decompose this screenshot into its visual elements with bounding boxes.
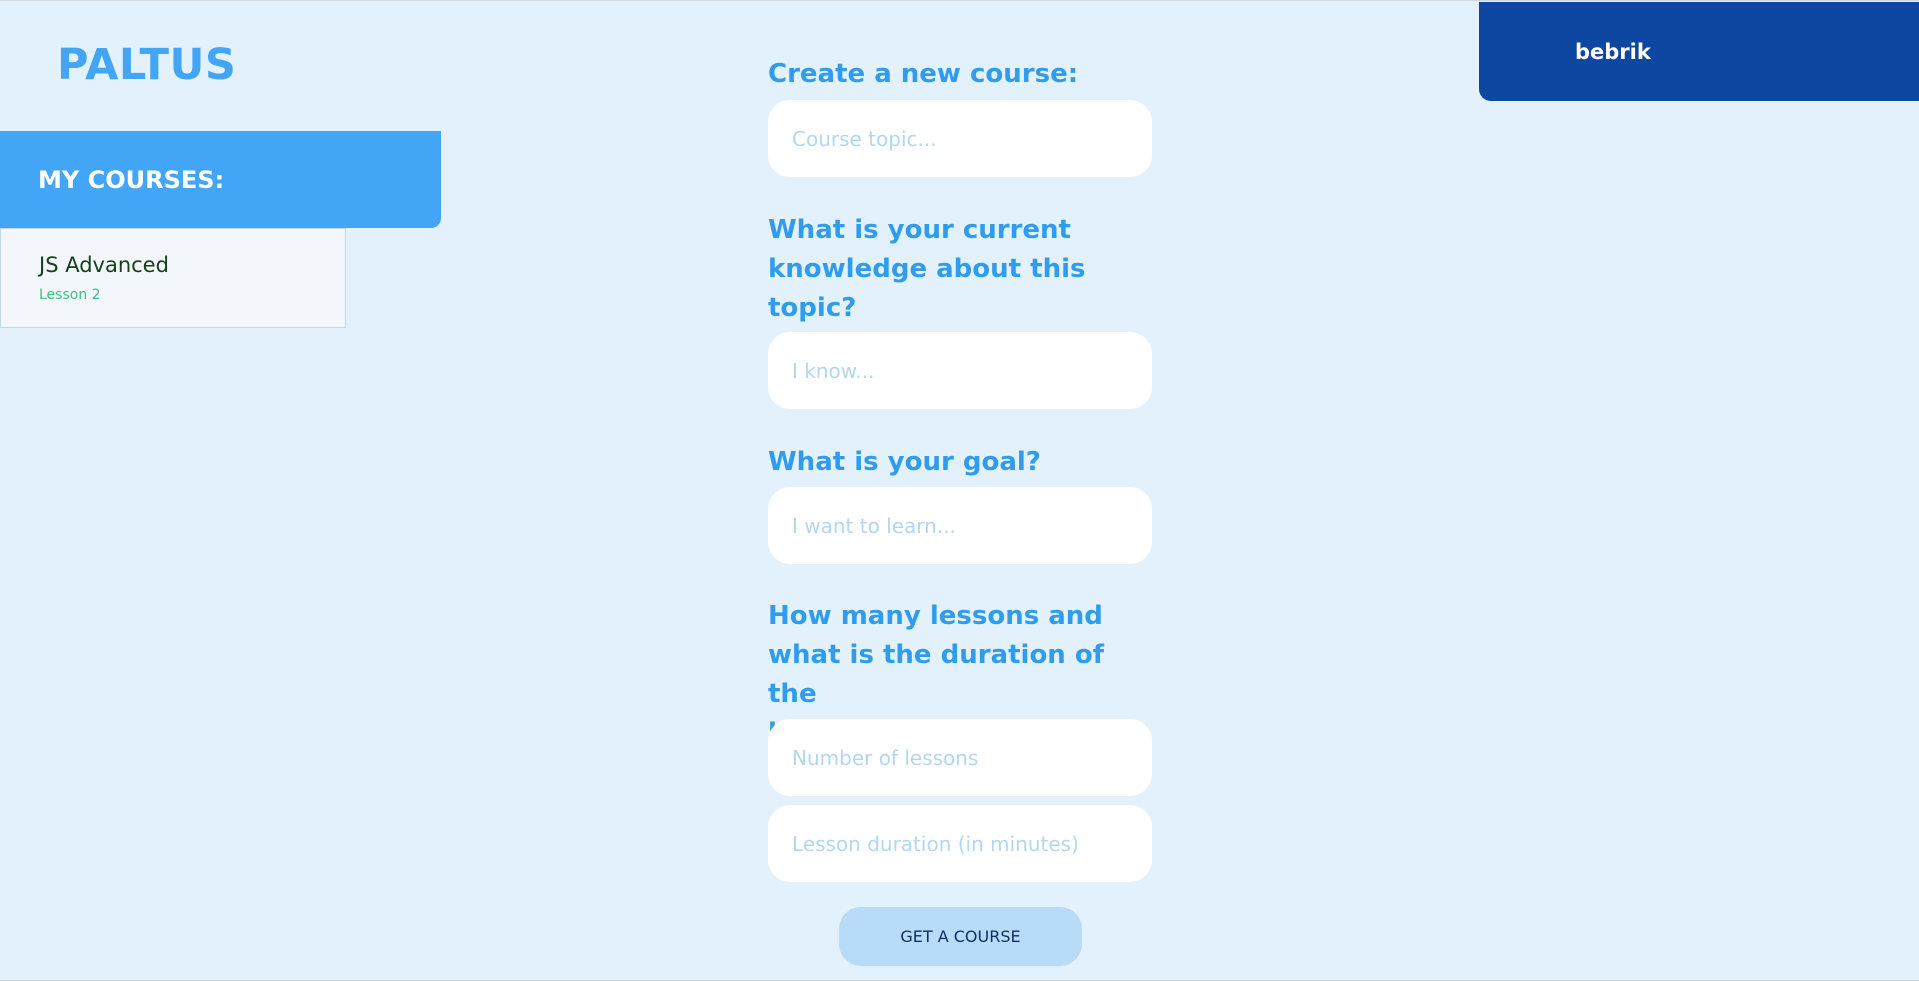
course-card-js-advanced[interactable]: JS Advanced Lesson 2	[0, 228, 346, 328]
user-panel[interactable]: bebrik	[1479, 2, 1919, 101]
get-a-course-button[interactable]: GET A COURSE	[839, 907, 1082, 966]
number-of-lessons-input[interactable]	[768, 719, 1152, 796]
top-divider	[0, 0, 1919, 1]
course-topic-label: Create a new course:	[768, 59, 1079, 89]
course-title: JS Advanced	[39, 253, 169, 277]
goal-input[interactable]	[768, 487, 1152, 564]
my-courses-header: MY COURSES:	[0, 131, 441, 228]
username: bebrik	[1575, 40, 1651, 64]
course-lesson-progress: Lesson 2	[39, 287, 101, 303]
current-knowledge-label: What is your current knowledge about thi…	[768, 215, 1086, 323]
app-page: PALTUS MY COURSES: JS Advanced Lesson 2 …	[0, 0, 1919, 981]
course-topic-input[interactable]	[768, 100, 1152, 177]
app-logo[interactable]: PALTUS	[57, 40, 236, 90]
lesson-duration-input[interactable]	[768, 805, 1152, 882]
goal-label: What is your goal?	[768, 447, 1041, 477]
current-knowledge-input[interactable]	[768, 332, 1152, 409]
